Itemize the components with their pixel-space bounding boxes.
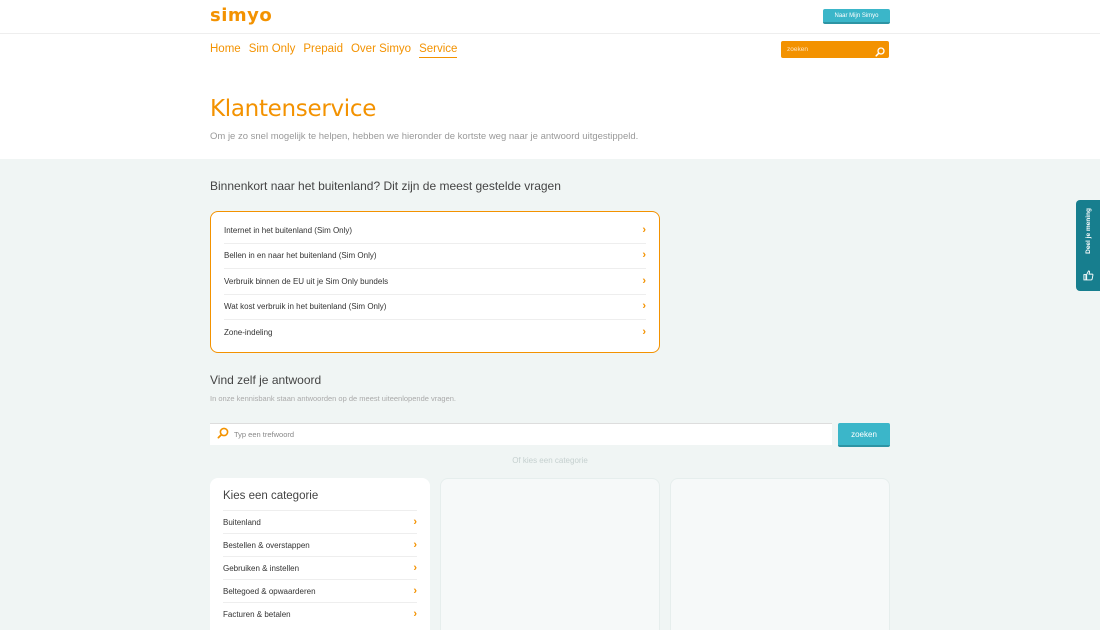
nav-over-simyo[interactable]: Over Simyo [351, 43, 411, 58]
faq-item-label: Verbruik binnen de EU uit je Sim Only bu… [224, 276, 389, 286]
nav-home[interactable]: Home [210, 43, 241, 58]
faq-item-label: Wat kost verbruik in het buitenland (Sim… [224, 302, 387, 312]
category-item-label: Beltegoed & opwaarderen [223, 586, 316, 596]
main-nav: Home Sim Only Prepaid Over Simyo Service [210, 43, 458, 58]
zoeken-button[interactable]: zoeken [838, 423, 890, 447]
category-item-facturen[interactable]: Facturen & betalen › [223, 602, 417, 625]
feedback-tab[interactable]: Deel je mening [1076, 200, 1100, 291]
empty-card [440, 478, 660, 630]
search-icon [217, 426, 229, 444]
chevron-right-icon: › [413, 538, 417, 551]
category-card: Kies een categorie Buitenland › Bestelle… [210, 478, 430, 630]
faq-item-label: Internet in het buitenland (Sim Only) [224, 225, 353, 235]
faq-list: Internet in het buitenland (Sim Only) › … [210, 211, 660, 353]
chevron-right-icon: › [642, 274, 646, 287]
category-item-label: Bestellen & overstappen [223, 540, 310, 550]
search-icon[interactable] [875, 44, 885, 62]
chevron-right-icon: › [413, 515, 417, 528]
category-item-label: Facturen & betalen [223, 609, 291, 619]
chevron-right-icon: › [642, 300, 646, 313]
faq-title: Binnenkort naar het buitenland? Dit zijn… [210, 179, 561, 193]
nav-sim-only[interactable]: Sim Only [249, 43, 296, 58]
chevron-right-icon: › [413, 607, 417, 620]
header-search [781, 41, 889, 58]
chevron-right-icon: › [642, 249, 646, 262]
faq-item[interactable]: Bellen in en naar het buitenland (Sim On… [224, 244, 646, 269]
category-item-buitenland[interactable]: Buitenland › [223, 510, 417, 533]
knowledge-subtitle: In onze kennisbank staan antwoorden op d… [210, 394, 457, 403]
category-item-label: Buitenland [223, 517, 261, 527]
category-item-beltegoed[interactable]: Beltegoed & opwaarderen › [223, 579, 417, 602]
knowledge-title: Vind zelf je antwoord [210, 373, 322, 387]
hero: Klantenservice Om je zo snel mogelijk te… [210, 96, 638, 142]
faq-item[interactable]: Zone-indeling › [224, 320, 646, 346]
chevron-right-icon: › [413, 561, 417, 574]
faq-item-label: Zone-indeling [224, 328, 273, 338]
nav-prepaid[interactable]: Prepaid [303, 43, 343, 58]
page-subtitle: Om je zo snel mogelijk te helpen, hebben… [210, 131, 639, 142]
or-choose-category: Of kies een categorie [512, 456, 588, 465]
nav-service[interactable]: Service [419, 43, 458, 58]
header-search-input[interactable] [781, 46, 869, 53]
feedback-label: Deel je mening [1084, 208, 1092, 254]
knowledge-search [210, 423, 832, 445]
category-item-label: Gebruiken & instellen [223, 563, 300, 573]
chevron-right-icon: › [642, 223, 646, 236]
category-title: Kies een categorie [223, 490, 319, 502]
category-list: Buitenland › Bestellen & overstappen › G… [210, 510, 430, 625]
keyword-search-input[interactable] [234, 430, 794, 439]
faq-item[interactable]: Wat kost verbruik in het buitenland (Sim… [224, 295, 646, 320]
faq-item[interactable]: Internet in het buitenland (Sim Only) › [224, 218, 646, 244]
faq-item[interactable]: Verbruik binnen de EU uit je Sim Only bu… [224, 269, 646, 295]
thumbs-up-icon [1082, 270, 1093, 281]
top-bar: simyo Naar Mijn Simyo [0, 0, 1100, 34]
chevron-right-icon: › [413, 584, 417, 597]
chevron-right-icon: › [642, 326, 646, 339]
mijn-simyo-button[interactable]: Naar Mijn Simyo [823, 9, 890, 24]
category-item-bestellen[interactable]: Bestellen & overstappen › [223, 533, 417, 556]
page-title: Klantenservice [210, 96, 377, 122]
category-item-gebruiken[interactable]: Gebruiken & instellen › [223, 556, 417, 579]
faq-item-label: Bellen in en naar het buitenland (Sim On… [224, 251, 377, 261]
simyo-logo[interactable]: simyo [210, 5, 272, 26]
empty-card [670, 478, 890, 630]
